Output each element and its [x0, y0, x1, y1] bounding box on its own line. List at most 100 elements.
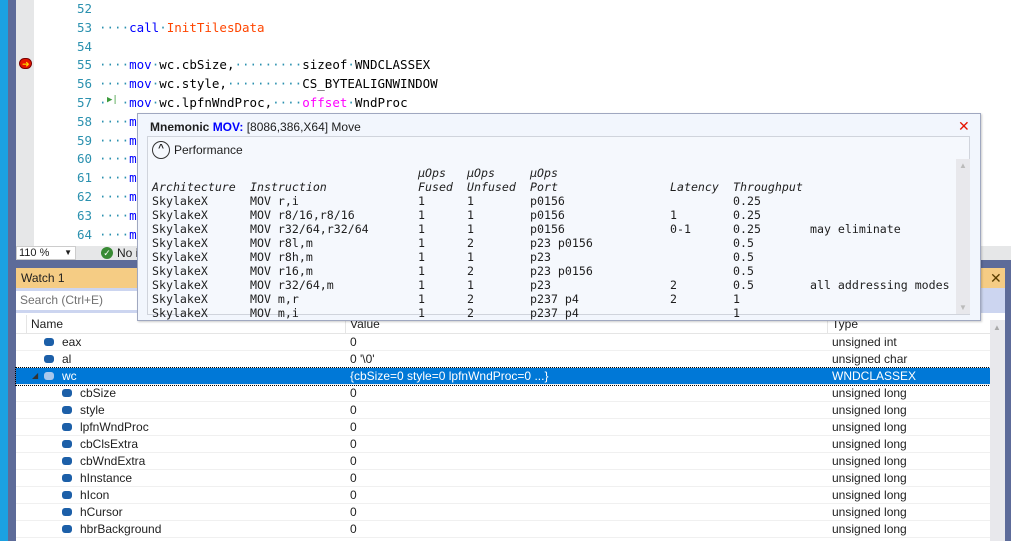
- code-token: CS_BYTEALIGNWINDOW: [302, 76, 438, 92]
- code-token: ·········: [234, 57, 303, 73]
- expand-triangle-icon[interactable]: ◢: [32, 368, 38, 384]
- performance-section-label[interactable]: Performance: [152, 141, 243, 159]
- code-line[interactable]: ····m: [99, 170, 137, 185]
- watch-value[interactable]: 0: [350, 436, 357, 452]
- run-to-click-icon[interactable]: ▶|: [107, 95, 118, 105]
- watch-row[interactable]: eax 0 unsigned int: [16, 334, 990, 351]
- editor-gutter[interactable]: [16, 0, 34, 246]
- close-icon[interactable]: ✕: [990, 268, 1004, 288]
- variable-icon: [44, 338, 54, 346]
- performance-cell: µOps: [467, 166, 495, 180]
- left-tool-strip: [8, 0, 16, 541]
- performance-cell: 1: [467, 194, 474, 208]
- code-line[interactable]: ····m: [99, 189, 137, 204]
- right-tool-strip: [1005, 260, 1011, 541]
- code-token: m: [129, 189, 137, 204]
- code-line[interactable]: ····m: [99, 151, 137, 166]
- performance-cell: 1: [418, 194, 425, 208]
- code-line[interactable]: ····call·InitTilesData: [99, 20, 265, 35]
- watch-row[interactable]: cbSize 0 unsigned long: [16, 385, 990, 402]
- watch-value[interactable]: {cbSize=0 style=0 lpfnWndProc=0 ...}: [350, 368, 548, 384]
- performance-cell: SkylakeX: [152, 250, 208, 264]
- performance-cell: p237 p4: [530, 292, 579, 306]
- code-line[interactable]: ····m: [99, 227, 137, 242]
- code-token: wc.style,: [159, 76, 227, 92]
- watch-value[interactable]: 0: [350, 402, 357, 418]
- variable-icon: [44, 355, 54, 363]
- issues-status[interactable]: No i: [117, 246, 138, 260]
- watch-row[interactable]: lpfnWndProc 0 unsigned long: [16, 419, 990, 436]
- performance-cell: SkylakeX: [152, 208, 208, 222]
- tooltip-label: Mnemonic: [150, 120, 210, 134]
- code-line[interactable]: ····m: [99, 133, 137, 148]
- watch-row[interactable]: al 0 '\0' unsigned char: [16, 351, 990, 368]
- check-icon: ✓: [101, 247, 113, 259]
- code-line[interactable]: ····mov·wc.style,··········CS_BYTEALIGNW…: [99, 76, 438, 91]
- performance-cell: Instruction: [250, 180, 327, 194]
- performance-cell: Architecture: [152, 180, 236, 194]
- watch-type: unsigned long: [832, 437, 907, 451]
- variable-icon: [62, 525, 72, 533]
- watch-scrollbar[interactable]: ▲: [990, 320, 1005, 541]
- line-number: 53: [76, 19, 92, 35]
- watch-type: unsigned long: [832, 403, 907, 417]
- zoom-value: 110 %: [19, 247, 50, 259]
- watch-value[interactable]: 0: [350, 419, 357, 435]
- watch-value[interactable]: 0: [350, 334, 357, 350]
- performance-cell: Throughput: [733, 180, 803, 194]
- performance-scrollbar[interactable]: ▲ ▼: [956, 159, 970, 314]
- code-line[interactable]: ····m: [99, 114, 137, 129]
- performance-cell: SkylakeX: [152, 264, 208, 278]
- performance-cell: 2: [467, 306, 474, 320]
- code-token: ·: [99, 95, 107, 110]
- performance-cell: µOps: [418, 166, 446, 180]
- watch-value[interactable]: 0: [350, 521, 357, 537]
- performance-cell: p23 p0156: [530, 236, 593, 250]
- code-token: wc.cbSize,: [159, 57, 235, 73]
- code-token: ····: [99, 132, 130, 148]
- zoom-dropdown[interactable]: 110 % ▼: [16, 246, 76, 260]
- code-token: m: [129, 207, 137, 223]
- watch-value[interactable]: 0: [350, 504, 357, 520]
- variable-icon: [62, 474, 72, 482]
- performance-cell: 1: [467, 208, 474, 222]
- code-token: ····: [272, 95, 303, 110]
- line-number: 57: [76, 95, 92, 110]
- performance-cell: Fused: [418, 180, 453, 194]
- watch-row[interactable]: hCursor 0 unsigned long: [16, 504, 990, 521]
- code-line[interactable]: · ·mov·wc.lpfnWndProc,····offset·WndProc…: [99, 95, 408, 110]
- watch-row[interactable]: hbrBackground 0 unsigned long: [16, 521, 990, 538]
- code-token: WndProc: [354, 95, 408, 110]
- close-icon[interactable]: ✕: [958, 118, 970, 135]
- watch-row[interactable]: cbWndExtra 0 unsigned long: [16, 453, 990, 470]
- watch-value[interactable]: 0: [350, 385, 357, 401]
- watch-type: unsigned long: [832, 522, 907, 536]
- performance-cell: 0-1: [670, 222, 691, 236]
- performance-cell: p0156: [530, 194, 565, 208]
- scroll-up-icon[interactable]: ▲: [993, 323, 1001, 332]
- watch-value[interactable]: 0 '\0': [350, 351, 375, 367]
- watch-type: WNDCLASSEX: [832, 369, 917, 383]
- scroll-down-icon[interactable]: ▼: [959, 303, 967, 312]
- watch-row[interactable]: ◢ wc {cbSize=0 style=0 lpfnWndProc=0 ...} W…: [15, 367, 991, 386]
- code-token: ·: [347, 95, 355, 110]
- variable-icon: [62, 508, 72, 516]
- line-number: 55: [76, 57, 92, 73]
- watch-value[interactable]: 0: [350, 470, 357, 486]
- performance-cell: 1: [467, 278, 474, 292]
- performance-cell: MOV r8l,m: [250, 236, 313, 250]
- line-number: 61: [76, 170, 92, 186]
- performance-cell: 1: [733, 292, 740, 306]
- watch-value[interactable]: 0: [350, 487, 357, 503]
- watch-value[interactable]: 0: [350, 453, 357, 469]
- code-line[interactable]: ····m: [99, 208, 137, 223]
- watch-row[interactable]: cbClsExtra 0 unsigned long: [16, 436, 990, 453]
- breakpoint-current-icon[interactable]: ➜: [19, 58, 32, 69]
- watch-row[interactable]: style 0 unsigned long: [16, 402, 990, 419]
- code-token: wc.lpfnWndProc,: [159, 95, 273, 110]
- watch-row[interactable]: hIcon 0 unsigned long: [16, 487, 990, 504]
- code-line[interactable]: ····mov·wc.cbSize,·········sizeof·WNDCLA…: [99, 57, 430, 72]
- watch-row[interactable]: hInstance 0 unsigned long: [16, 470, 990, 487]
- code-token: ····: [99, 151, 130, 167]
- scroll-up-icon[interactable]: ▲: [959, 161, 967, 170]
